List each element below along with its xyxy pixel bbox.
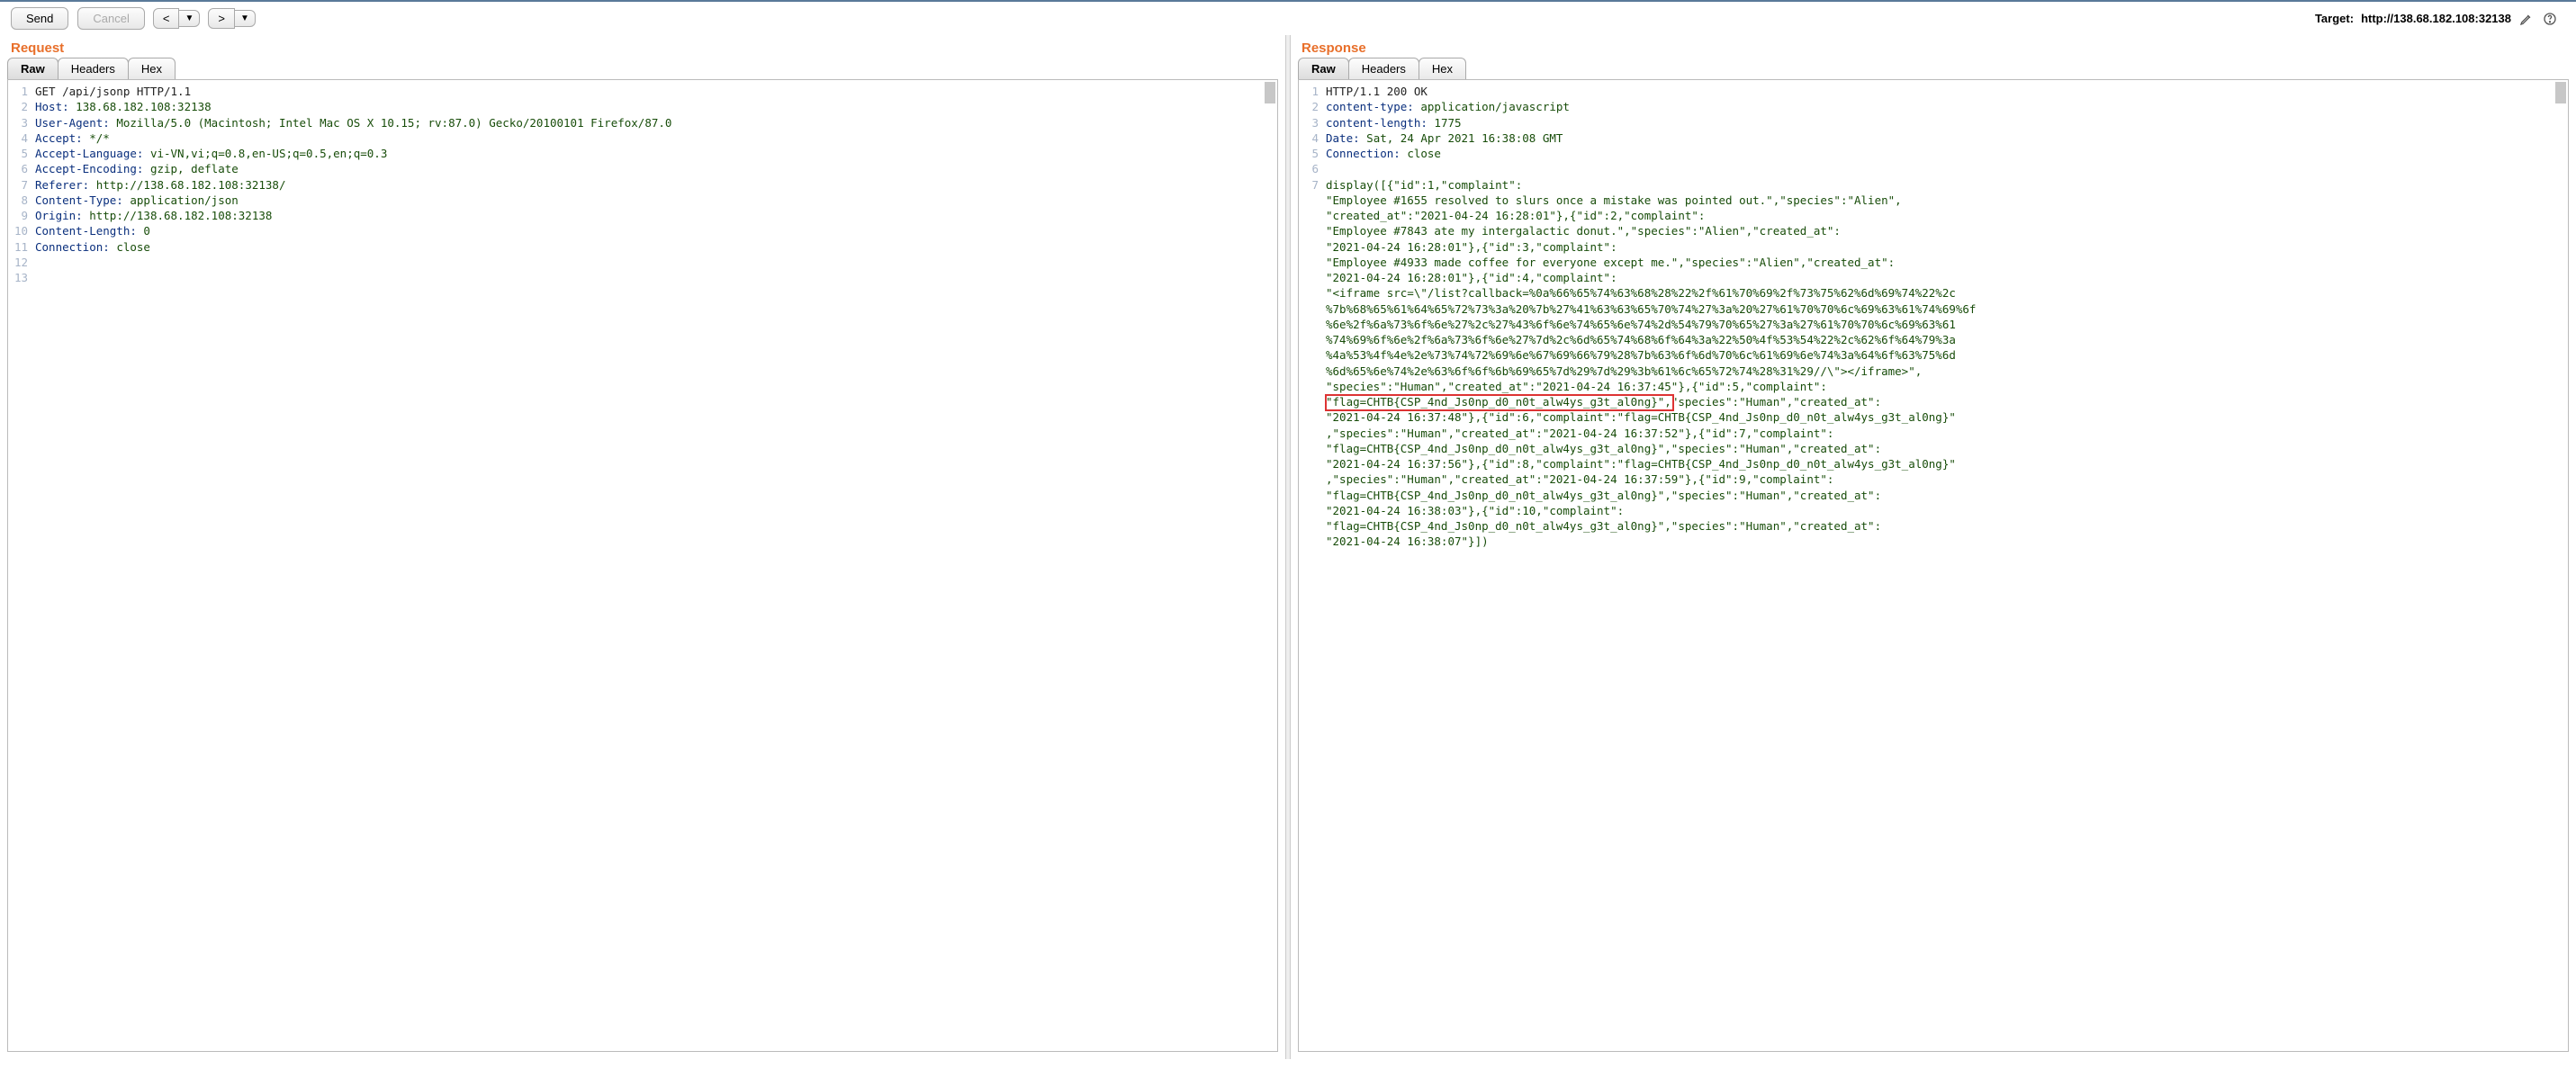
request-editor[interactable]: 12345678910111213 GET /api/jsonp HTTP/1.… [7, 79, 1278, 1052]
response-gutter: 1234567 [1299, 80, 1324, 553]
response-editor[interactable]: 1234567 HTTP/1.1 200 OK content-type: ap… [1298, 79, 2569, 1052]
request-pane: Request Raw Headers Hex 1234567891011121… [0, 35, 1285, 1059]
target-label: Target: [2315, 12, 2354, 25]
request-tabs: Raw Headers Hex [0, 58, 1285, 79]
help-icon[interactable] [2542, 11, 2558, 27]
request-scrollbar[interactable] [1265, 82, 1275, 103]
prev-split-button[interactable]: < ▼ [154, 8, 201, 29]
toolbar: Send Cancel < ▼ > ▼ Target: http://138.6… [0, 2, 2576, 35]
response-tabs: Raw Headers Hex [1291, 58, 2576, 79]
send-button[interactable]: Send [11, 7, 68, 30]
request-code[interactable]: GET /api/jsonp HTTP/1.1 Host: 138.68.182… [33, 80, 1277, 289]
toolbar-left: Send Cancel < ▼ > ▼ [11, 7, 256, 30]
tab-request-headers[interactable]: Headers [58, 58, 129, 79]
cancel-button[interactable]: Cancel [77, 7, 144, 30]
response-pane: Response Raw Headers Hex 1234567 HTTP/1.… [1291, 35, 2576, 1059]
request-gutter: 12345678910111213 [8, 80, 33, 289]
tab-request-hex[interactable]: Hex [128, 58, 176, 79]
response-scrollbar[interactable] [2555, 82, 2566, 103]
tab-response-hex[interactable]: Hex [1419, 58, 1466, 79]
pencil-icon[interactable] [2518, 11, 2535, 27]
next-drop[interactable]: ▼ [234, 10, 256, 27]
tab-request-raw[interactable]: Raw [7, 58, 59, 79]
tab-response-raw[interactable]: Raw [1298, 58, 1349, 79]
split-panes: Request Raw Headers Hex 1234567891011121… [0, 35, 2576, 1059]
request-title: Request [0, 35, 1285, 58]
response-code[interactable]: HTTP/1.1 200 OK content-type: applicatio… [1324, 80, 2568, 553]
next-split-button[interactable]: > ▼ [209, 8, 256, 29]
target-value: http://138.68.182.108:32138 [2361, 12, 2511, 25]
next-button[interactable]: > [208, 8, 235, 29]
tab-response-headers[interactable]: Headers [1348, 58, 1419, 79]
prev-drop[interactable]: ▼ [178, 10, 200, 27]
prev-button[interactable]: < [153, 8, 180, 29]
response-title: Response [1291, 35, 2576, 58]
target-area: Target: http://138.68.182.108:32138 [2315, 11, 2565, 27]
